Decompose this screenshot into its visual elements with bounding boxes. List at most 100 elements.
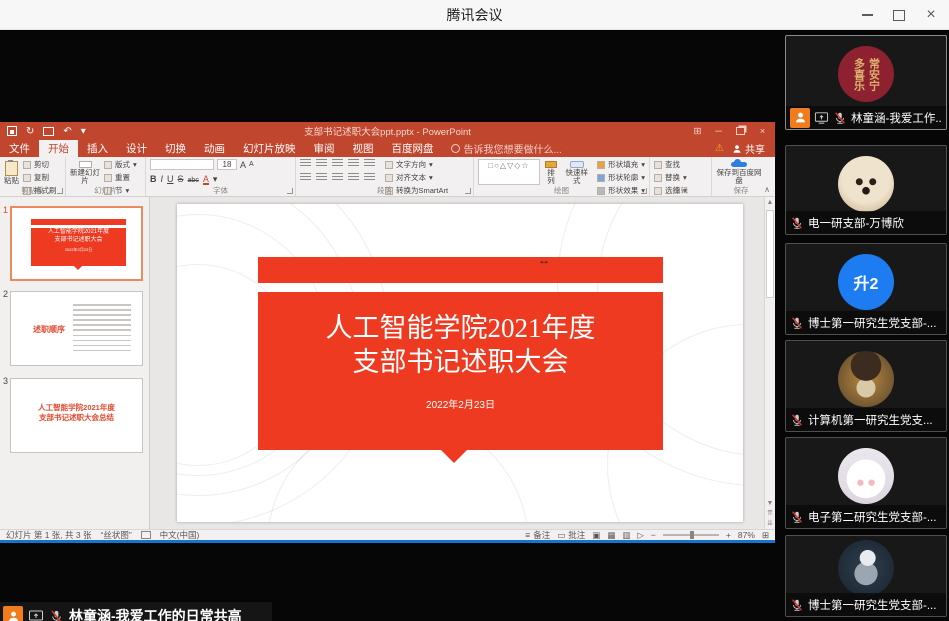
slide-thumbnail-3[interactable]: 人工智能学院2021年度 支部书记述职大会总结: [10, 378, 143, 453]
text-direction-button[interactable]: 文字方向▾: [385, 159, 448, 170]
ribbon-options-icon[interactable]: ⊞: [687, 126, 708, 137]
slide-title-box[interactable]: 人工智能学院2021年度 支部书记述职大会 2022年2月23日: [258, 292, 663, 450]
undo-icon[interactable]: ↶: [63, 126, 71, 137]
align-right-icon[interactable]: [332, 173, 343, 181]
new-slide-button[interactable]: 新建幻灯片: [70, 159, 100, 185]
save-icon[interactable]: [7, 126, 17, 136]
tab-animations[interactable]: 动画: [195, 140, 234, 157]
view-reading-icon[interactable]: ▥: [622, 530, 630, 541]
slide-top-banner[interactable]: [258, 257, 663, 283]
tab-view[interactable]: 视图: [344, 140, 383, 157]
scroll-down-icon[interactable]: ▼: [767, 500, 774, 507]
scroll-up-icon[interactable]: ▲: [767, 199, 774, 206]
participant-tile[interactable]: 升2 博士第一研究生党支部-...: [785, 243, 947, 335]
share-button[interactable]: 共享: [732, 141, 765, 156]
dialog-launcher-icon[interactable]: [465, 188, 471, 194]
reset-button[interactable]: 重置: [104, 172, 137, 183]
participant-tile[interactable]: 计算机第一研究生党支...: [785, 340, 947, 432]
current-slide[interactable]: 人工智能学院2021年度 支部书记述职大会 2022年2月23日: [177, 204, 743, 522]
indent-increase-icon[interactable]: [348, 159, 359, 167]
minimize-button[interactable]: [851, 0, 883, 30]
font-color-button[interactable]: A: [203, 175, 209, 185]
participant-tile[interactable]: 多喜乐 常安宁 林童涵-我爱工作...: [785, 35, 947, 130]
tab-slideshow[interactable]: 幻灯片放映: [234, 140, 305, 157]
view-slideshow-icon[interactable]: ▷: [637, 530, 644, 541]
warning-icon[interactable]: ⚠: [715, 143, 724, 154]
spellcheck-icon[interactable]: [141, 531, 151, 539]
font-color-dropdown-icon[interactable]: ▾: [213, 174, 218, 185]
scrollbar-thumb[interactable]: [766, 210, 774, 298]
bottom-participant-bar[interactable]: 林童涵-我爱工作的日常共高: [0, 602, 272, 621]
slide-thumbnail-1[interactable]: 人工智能学院2021年度 支部书记述职大会 2022年2月23日: [10, 206, 143, 281]
shrink-font-icon[interactable]: A: [249, 161, 254, 168]
copy-button[interactable]: 复制: [23, 172, 57, 183]
tab-home[interactable]: 开始: [39, 140, 78, 157]
fit-to-window-icon[interactable]: ⊞: [762, 530, 769, 541]
dialog-launcher-icon[interactable]: [287, 188, 293, 194]
grow-font-icon[interactable]: A: [240, 160, 246, 170]
redo-icon[interactable]: ↻: [26, 126, 34, 137]
font-size-input[interactable]: 18: [217, 159, 237, 170]
previous-slide-icon[interactable]: ⇈: [767, 509, 773, 517]
numbering-icon[interactable]: [316, 159, 327, 167]
indent-decrease-icon[interactable]: [332, 159, 343, 167]
slide-thumbnail-2[interactable]: 述职顺序: [10, 291, 143, 366]
bullets-icon[interactable]: [300, 159, 311, 167]
arrange-button[interactable]: 排列: [544, 159, 558, 185]
zoom-slider-thumb[interactable]: [690, 531, 694, 539]
shapes-gallery[interactable]: □○△▽◇☆: [478, 159, 540, 185]
close-button[interactable]: ×: [915, 0, 947, 30]
ppt-titlebar: ↻ ↶ ▾ 支部书记述职大会ppt.pptx - PowerPoint ⊞ ─ …: [0, 122, 775, 140]
ppt-minimize-button[interactable]: ─: [708, 126, 729, 137]
quick-styles-button[interactable]: 快速样式: [562, 159, 591, 185]
tab-baidu-netdisk[interactable]: 百度网盘: [383, 140, 443, 157]
dialog-launcher-icon[interactable]: [57, 188, 63, 194]
tab-design[interactable]: 设计: [117, 140, 156, 157]
replace-button[interactable]: 替换▾: [654, 172, 687, 183]
zoom-in-icon[interactable]: +: [726, 530, 731, 540]
align-text-button[interactable]: 对齐文本▾: [385, 172, 448, 183]
zoom-slider[interactable]: [663, 534, 719, 536]
slide-editing-area[interactable]: 人工智能学院2021年度 支部书记述职大会 2022年2月23日: [150, 197, 764, 529]
zoom-out-icon[interactable]: −: [651, 530, 656, 540]
layout-button[interactable]: 版式▾: [104, 159, 137, 170]
shadow-button[interactable]: abc: [188, 177, 199, 184]
participant-tile[interactable]: 电一研支部-万博欣: [785, 145, 947, 235]
columns-icon[interactable]: [364, 173, 375, 181]
shape-outline-button[interactable]: 形状轮廓▾: [597, 172, 645, 183]
tell-me-box[interactable]: 告诉我您想要做什么...: [443, 140, 570, 157]
participant-tile[interactable]: 博士第一研究生党支部-...: [785, 535, 947, 617]
line-spacing-icon[interactable]: [364, 159, 375, 167]
italic-button[interactable]: I: [161, 174, 164, 184]
underline-button[interactable]: U: [167, 174, 174, 184]
cut-button[interactable]: 剪切: [23, 159, 57, 170]
shape-fill-button[interactable]: 形状填充▾: [597, 159, 645, 170]
collapse-ribbon-icon[interactable]: ∧: [764, 185, 770, 194]
maximize-button[interactable]: [883, 0, 915, 30]
align-center-icon[interactable]: [316, 173, 327, 181]
participant-tile[interactable]: 电子第二研究生党支部-...: [785, 437, 947, 529]
save-to-baidu-button[interactable]: 保存到百度网盘: [716, 159, 762, 185]
paste-button[interactable]: 粘贴: [4, 159, 19, 185]
view-sorter-icon[interactable]: ▦: [607, 530, 615, 541]
justify-icon[interactable]: [348, 173, 359, 181]
strikethrough-button[interactable]: S: [178, 174, 184, 184]
mic-muted-icon: [790, 413, 804, 427]
zoom-level[interactable]: 87%: [738, 530, 755, 540]
qat-customize-icon[interactable]: ▾: [81, 126, 86, 137]
tab-transitions[interactable]: 切换: [156, 140, 195, 157]
tab-insert[interactable]: 插入: [78, 140, 117, 157]
slideshow-icon[interactable]: [43, 127, 54, 136]
slide-scrollbar[interactable]: ▲ ▼ ⇈ ⇊: [764, 197, 775, 529]
font-name-input[interactable]: [150, 159, 214, 170]
tab-file[interactable]: 文件: [0, 140, 39, 157]
align-left-icon[interactable]: [300, 173, 311, 181]
tab-review[interactable]: 审阅: [305, 140, 344, 157]
ppt-close-button[interactable]: ×: [752, 126, 773, 137]
ppt-restore-button[interactable]: [736, 127, 745, 135]
dialog-launcher-icon[interactable]: [641, 188, 647, 194]
find-button[interactable]: 查找: [654, 159, 687, 170]
bold-button[interactable]: B: [150, 174, 157, 184]
view-normal-icon[interactable]: ▣: [592, 530, 600, 541]
next-slide-icon[interactable]: ⇊: [767, 519, 773, 527]
